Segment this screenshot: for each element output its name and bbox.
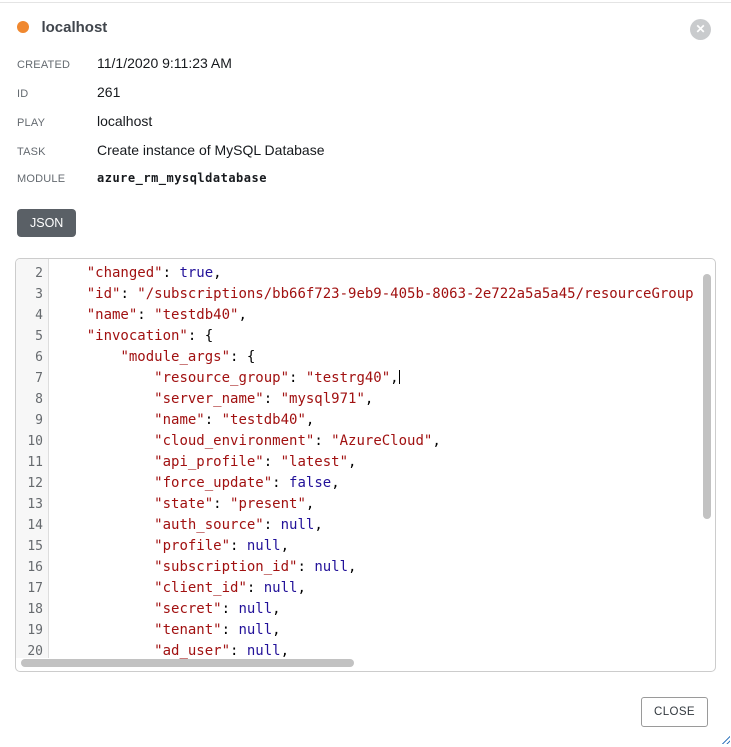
line-number: 4 [16, 305, 48, 326]
line-number: 11 [16, 452, 48, 473]
id-label: ID [17, 88, 97, 100]
line-number: 12 [16, 473, 48, 494]
modal-top-edge [0, 2, 731, 3]
created-label: CREATED [17, 59, 97, 71]
module-label: MODULE [17, 173, 97, 185]
code-line: "force_update": false, [53, 473, 715, 494]
close-button[interactable]: CLOSE [641, 697, 708, 727]
code-line: "changed": true, [53, 263, 715, 284]
task-value: Create instance of MySQL Database [97, 142, 325, 158]
code-lines[interactable]: "changed": true, "id": "/subscriptions/b… [50, 259, 715, 671]
line-number: 16 [16, 557, 48, 578]
created-value: 11/1/2020 9:11:23 AM [97, 55, 232, 71]
code-line: "server_name": "mysql971", [53, 389, 715, 410]
line-number: 8 [16, 389, 48, 410]
vertical-scrollbar[interactable] [703, 274, 711, 519]
line-number: 7 [16, 368, 48, 389]
code-line: "api_profile": "latest", [53, 452, 715, 473]
code-line: "subscription_id": null, [53, 557, 715, 578]
line-number: 15 [16, 536, 48, 557]
line-number: 6 [16, 347, 48, 368]
text-caret [399, 370, 400, 384]
code-line: "name": "testdb40", [53, 305, 715, 326]
code-line: "profile": null, [53, 536, 715, 557]
code-line: "module_args": { [53, 347, 715, 368]
detail-row-created: CREATED 11/1/2020 9:11:23 AM [17, 55, 714, 84]
detail-row-module: MODULE azure_rm_mysqldatabase [17, 171, 714, 200]
module-value: azure_rm_mysqldatabase [97, 171, 267, 185]
detail-row-task: TASK Create instance of MySQL Database [17, 142, 714, 171]
code-line: "invocation": { [53, 326, 715, 347]
line-number: 17 [16, 578, 48, 599]
line-number: 14 [16, 515, 48, 536]
code-line: "name": "testdb40", [53, 410, 715, 431]
line-number: 2 [16, 263, 48, 284]
json-toggle-button[interactable]: JSON [17, 209, 76, 237]
code-line: "secret": null, [53, 599, 715, 620]
code-gutter: 234567891011121314151617181920 [16, 259, 49, 658]
host-status-dot-icon [17, 21, 29, 33]
modal-header: localhost ✕ [17, 19, 714, 43]
line-number: 10 [16, 431, 48, 452]
code-line: "auth_source": null, [53, 515, 715, 536]
play-label: PLAY [17, 117, 97, 129]
play-value: localhost [97, 113, 152, 129]
resize-grip-icon[interactable] [719, 733, 730, 744]
code-line: "cloud_environment": "AzureCloud", [53, 431, 715, 452]
line-number: 3 [16, 284, 48, 305]
code-line: "client_id": null, [53, 578, 715, 599]
line-number: 19 [16, 620, 48, 641]
line-number: 18 [16, 599, 48, 620]
modal-title: localhost [41, 19, 107, 36]
code-line: "tenant": null, [53, 620, 715, 641]
id-value: 261 [97, 84, 120, 100]
code-line: "state": "present", [53, 494, 715, 515]
line-number: 9 [16, 410, 48, 431]
line-number: 5 [16, 326, 48, 347]
code-line: "id": "/subscriptions/bb66f723-9eb9-405b… [53, 284, 715, 305]
line-number: 13 [16, 494, 48, 515]
horizontal-scrollbar[interactable] [21, 659, 354, 667]
task-label: TASK [17, 146, 97, 158]
detail-fields: CREATED 11/1/2020 9:11:23 AM ID 261 PLAY… [17, 55, 714, 200]
json-code-viewer[interactable]: 234567891011121314151617181920 "changed"… [15, 258, 716, 672]
detail-row-play: PLAY localhost [17, 113, 714, 142]
close-icon[interactable]: ✕ [690, 19, 711, 40]
detail-row-id: ID 261 [17, 84, 714, 113]
code-line: "resource_group": "testrg40", [53, 368, 715, 389]
